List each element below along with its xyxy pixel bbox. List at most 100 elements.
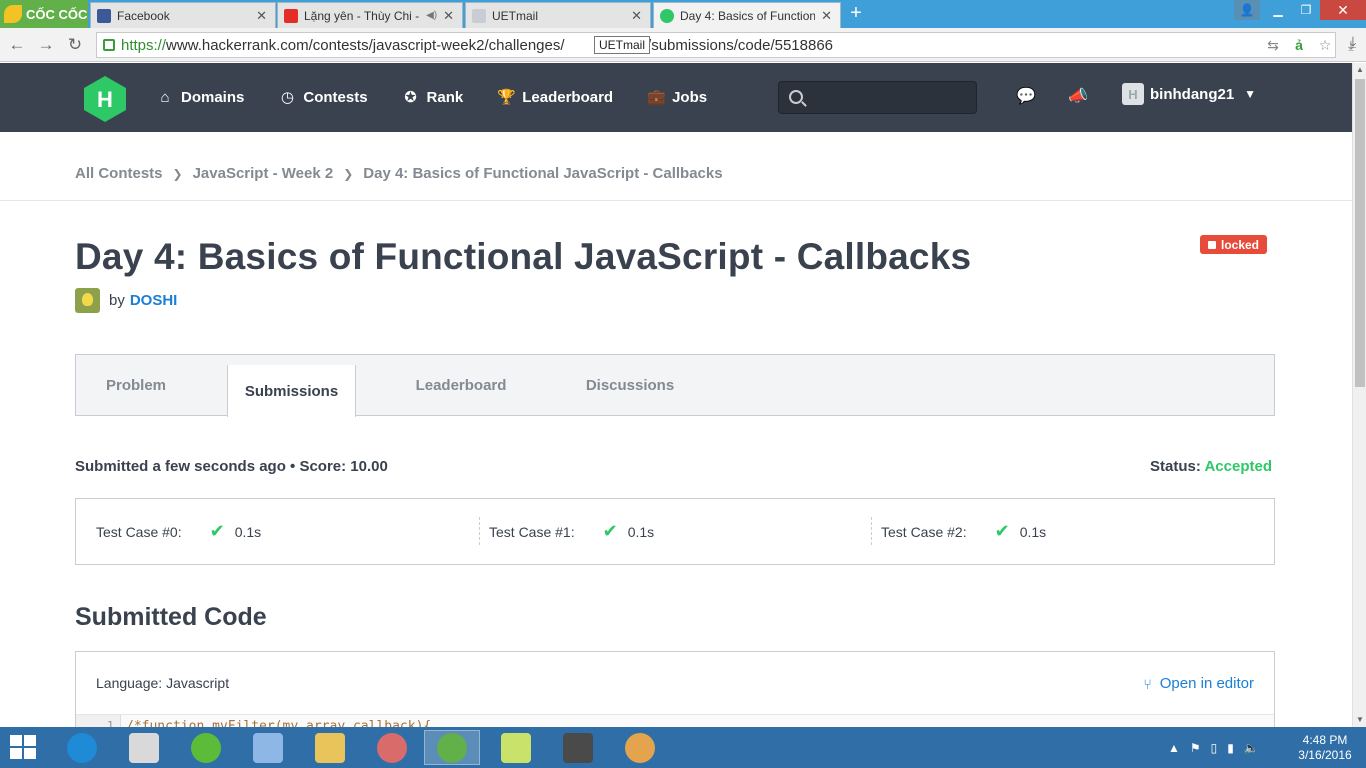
translate-icon[interactable]: ⇆ bbox=[1262, 34, 1284, 56]
home-icon: ⌂ bbox=[160, 88, 170, 106]
submitted-code-heading: Submitted Code bbox=[75, 603, 267, 631]
author-prefix: by bbox=[109, 292, 125, 309]
user-menu[interactable]: H binhdang21 ▼ bbox=[1122, 83, 1256, 105]
vietnamese-input-icon[interactable]: ả bbox=[1288, 34, 1310, 56]
volume-icon[interactable]: 🔈 bbox=[1244, 741, 1259, 755]
lock-icon bbox=[1208, 240, 1216, 249]
profile-icon[interactable]: 👤 bbox=[1234, 0, 1260, 20]
tab-facebook[interactable]: Facebook ✕ bbox=[90, 2, 276, 28]
url-input[interactable]: https:// www.hackerrank.com/contests/jav… bbox=[96, 32, 1336, 58]
flag-icon[interactable]: ⚑ bbox=[1190, 741, 1201, 755]
author-link[interactable]: DOSHI bbox=[130, 292, 178, 309]
challenge-tabs: Problem Submissions Leaderboard Discussi… bbox=[75, 354, 1275, 417]
url-tail: cks/submissions/code/5518866 bbox=[624, 36, 834, 54]
fork-icon: ⑂ bbox=[1143, 675, 1152, 692]
browser-logo[interactable]: CỐC CỐC bbox=[0, 0, 88, 28]
clock-date: 3/16/2016 bbox=[1298, 748, 1352, 762]
new-tab-icon[interactable]: + bbox=[846, 3, 866, 24]
system-tray: ▲ ⚑ ▯ ▮ 🔈 bbox=[1168, 727, 1269, 768]
page-scrollbar[interactable]: ▲ ▼ bbox=[1352, 63, 1366, 727]
close-icon[interactable]: ✕ bbox=[821, 8, 832, 24]
notifications-icon[interactable]: 📣 bbox=[1068, 87, 1088, 107]
snipping-tool-icon[interactable] bbox=[364, 730, 420, 765]
close-icon[interactable]: ✕ bbox=[631, 8, 642, 24]
divider bbox=[479, 517, 480, 545]
hackerrank-logo[interactable]: H bbox=[84, 76, 126, 122]
close-icon[interactable]: ✕ bbox=[256, 8, 267, 24]
submission-status: Status: Accepted bbox=[1150, 458, 1272, 475]
back-icon[interactable]: ← bbox=[6, 34, 28, 56]
divider bbox=[871, 517, 872, 545]
url-path: www.hackerrank.com/contests/javascript-w… bbox=[166, 36, 565, 54]
username: binhdang21 bbox=[1150, 85, 1235, 103]
close-icon[interactable]: ✕ bbox=[443, 8, 454, 24]
internet-explorer-icon[interactable] bbox=[54, 730, 110, 765]
nav-jobs[interactable]: 💼 Jobs bbox=[647, 89, 707, 107]
window-controls: 👤 ▁ ❐ ✕ bbox=[1234, 0, 1366, 28]
network-icon[interactable]: ▮ bbox=[1227, 741, 1234, 755]
downloads-icon[interactable]: ⤓ bbox=[1343, 34, 1363, 56]
parrot-app-icon[interactable] bbox=[178, 730, 234, 765]
device-icon[interactable]: ▯ bbox=[1211, 741, 1218, 755]
sticky-notes-icon[interactable] bbox=[488, 730, 544, 765]
hackerrank-icon bbox=[660, 8, 674, 23]
breadcrumb-contest[interactable]: JavaScript - Week 2 bbox=[193, 165, 334, 182]
breadcrumb: All Contests ❯ JavaScript - Week 2 ❯ Day… bbox=[75, 165, 723, 182]
browser-tab-strip: CỐC CỐC Facebook ✕ Lặng yên - Thùy Chi -… bbox=[0, 0, 1366, 28]
page-title: Day 4: Basics of Functional JavaScript -… bbox=[75, 236, 972, 277]
file-explorer-icon[interactable] bbox=[302, 730, 358, 765]
tab-problem[interactable]: Problem bbox=[76, 355, 196, 416]
checkmark-icon: ✔ bbox=[209, 521, 225, 541]
tab-tooltip: UETmail bbox=[594, 36, 651, 54]
test-case-time: 0.1s bbox=[627, 523, 655, 540]
tab-leaderboard[interactable]: Leaderboard bbox=[406, 355, 516, 416]
scroll-thumb[interactable] bbox=[1355, 79, 1365, 387]
windows-start-icon[interactable] bbox=[10, 735, 38, 761]
minimize-icon[interactable]: ▁ bbox=[1264, 0, 1292, 20]
nav-label: Domains bbox=[181, 89, 245, 106]
speaker-icon[interactable]: ◀) bbox=[426, 10, 437, 21]
close-window-icon[interactable]: ✕ bbox=[1320, 0, 1366, 20]
tab-hackerrank[interactable]: Day 4: Basics of Functiona ✕ bbox=[653, 2, 841, 28]
rank-icon: ✪ bbox=[404, 88, 417, 106]
reload-icon[interactable]: ↻ bbox=[64, 34, 86, 56]
status-badge: locked bbox=[1200, 235, 1268, 254]
browser-brand: CỐC CỐC bbox=[26, 6, 88, 22]
tab-youtube[interactable]: Lặng yên - Thùy Chi - Y ◀) ✕ bbox=[277, 2, 463, 28]
paint-icon[interactable] bbox=[612, 730, 668, 765]
test-case-time: 0.1s bbox=[1019, 523, 1047, 540]
nav-contests[interactable]: ◷ Contests bbox=[278, 89, 368, 107]
facebook-icon bbox=[97, 8, 111, 23]
breadcrumb-all-contests[interactable]: All Contests bbox=[75, 165, 163, 182]
youtube-icon bbox=[284, 8, 298, 23]
coccoc-leaf-icon bbox=[4, 5, 22, 23]
nav-domains[interactable]: ⌂ Domains bbox=[156, 89, 244, 107]
author-avatar[interactable] bbox=[75, 288, 100, 313]
test-case: Test Case #1: ✔ 0.1s bbox=[489, 499, 654, 564]
system-clock[interactable]: 4:48 PM 3/16/2016 bbox=[1290, 733, 1360, 763]
scroll-down-icon[interactable]: ▼ bbox=[1353, 713, 1366, 727]
breadcrumb-challenge[interactable]: Day 4: Basics of Functional JavaScript -… bbox=[363, 165, 722, 182]
sublime-text-icon[interactable] bbox=[550, 730, 606, 765]
nav-label: Jobs bbox=[672, 89, 708, 106]
nav-label: Contests bbox=[303, 89, 368, 106]
chevron-up-icon[interactable]: ▲ bbox=[1168, 741, 1180, 755]
messages-icon[interactable]: 💬 bbox=[1016, 87, 1036, 107]
unikey-icon[interactable] bbox=[116, 730, 172, 765]
tab-submissions[interactable]: Submissions bbox=[227, 365, 356, 417]
tab-discussions[interactable]: Discussions bbox=[576, 355, 684, 416]
svg-text:H: H bbox=[97, 87, 113, 112]
open-in-editor-link[interactable]: ⑂ Open in editor bbox=[1143, 675, 1254, 692]
coccoc-browser-icon[interactable] bbox=[424, 730, 480, 765]
scroll-up-icon[interactable]: ▲ bbox=[1353, 63, 1366, 77]
virtualbox-icon[interactable] bbox=[240, 730, 296, 765]
tab-uetmail[interactable]: UETmail ✕ bbox=[465, 2, 651, 28]
forward-icon[interactable]: → bbox=[35, 34, 57, 56]
restore-icon[interactable]: ❐ bbox=[1292, 0, 1320, 20]
test-case-label: Test Case #1: bbox=[489, 523, 575, 540]
star-icon[interactable]: ☆ bbox=[1314, 34, 1336, 56]
nav-leaderboard[interactable]: 🏆 Leaderboard bbox=[497, 89, 613, 107]
nav-rank[interactable]: ✪ Rank bbox=[402, 88, 463, 107]
search-input[interactable] bbox=[778, 81, 977, 114]
test-cases: Test Case #0: ✔ 0.1s Test Case #1: ✔ 0.1… bbox=[75, 498, 1275, 565]
